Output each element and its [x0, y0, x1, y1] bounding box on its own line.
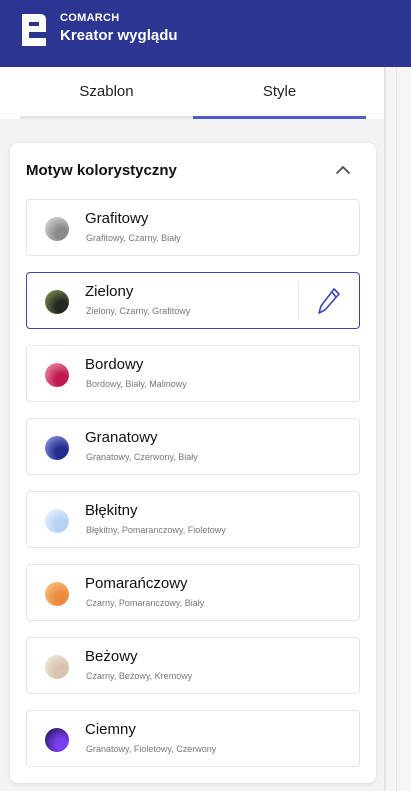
color-swatch — [45, 728, 69, 752]
section-title: Motyw kolorystyczny — [26, 162, 177, 179]
color-theme-card: Motyw kolorystyczny Grafitowy Grafitowy,… — [10, 143, 376, 783]
theme-name: Grafitowy — [85, 210, 149, 227]
theme-name: Granatowy — [85, 429, 158, 446]
color-swatch — [45, 582, 69, 606]
theme-colors: Bordowy, Biały, Malinowy — [86, 379, 187, 389]
color-swatch — [45, 436, 69, 460]
tab-style[interactable]: Style — [193, 67, 366, 119]
theme-colors: Zielony, Czarny, Grafitowy — [86, 306, 191, 316]
theme-name: Bordowy — [85, 356, 144, 373]
theme-name: Błękitny — [85, 502, 138, 519]
color-swatch — [45, 217, 69, 241]
canvas-area — [386, 67, 411, 791]
theme-option-bezowy[interactable]: Beżowy Czarny, Beżowy, Kremowy — [26, 637, 360, 694]
theme-option-pomaranczowy[interactable]: Pomarańczowy Czarny, Pomaranczowy, Biały — [26, 564, 360, 621]
edit-separator — [298, 281, 299, 321]
theme-option-zielony[interactable]: Zielony Zielony, Czarny, Grafitowy — [26, 272, 360, 329]
theme-name: Beżowy — [85, 648, 138, 665]
theme-option-grafitowy[interactable]: Grafitowy Grafitowy, Czarny, Biały — [26, 199, 360, 256]
app-header: COMARCH Kreator wyglądu — [0, 0, 411, 67]
tab-label: Style — [262, 83, 297, 100]
theme-colors: Granatowy, Czerwony, Biały — [86, 452, 198, 462]
theme-name: Pomarańczowy — [85, 575, 188, 592]
theme-colors: Granatowy, Fioletowy, Czerwony — [86, 744, 217, 754]
canvas-edge — [396, 67, 397, 791]
theme-option-granatowy[interactable]: Granatowy Granatowy, Czerwony, Biały — [26, 418, 360, 475]
pencil-icon[interactable] — [317, 287, 341, 315]
theme-colors: Czarny, Beżowy, Kremowy — [86, 671, 193, 681]
color-swatch — [45, 363, 69, 387]
theme-name: Ciemny — [85, 721, 136, 738]
comarch-logo-icon — [22, 14, 46, 46]
theme-option-blekitny[interactable]: Błękitny Błękitny, Pomaranczowy, Fioleto… — [26, 491, 360, 548]
chevron-up-icon[interactable] — [335, 163, 351, 177]
tab-bar: Szablon Style — [20, 67, 366, 119]
color-swatch — [45, 290, 69, 314]
theme-name: Zielony — [85, 283, 134, 300]
theme-colors: Błękitny, Pomaranczowy, Fioletowy — [86, 525, 226, 535]
theme-option-ciemny[interactable]: Ciemny Granatowy, Fioletowy, Czerwony — [26, 710, 360, 767]
theme-option-bordowy[interactable]: Bordowy Bordowy, Biały, Malinowy — [26, 345, 360, 402]
tab-content: Motyw kolorystyczny Grafitowy Grafitowy,… — [0, 119, 384, 791]
tab-label: Szablon — [79, 83, 134, 100]
tab-szablon[interactable]: Szablon — [20, 67, 193, 119]
theme-colors: Grafitowy, Czarny, Biały — [86, 233, 181, 243]
color-swatch — [45, 655, 69, 679]
color-swatch — [45, 509, 69, 533]
theme-colors: Czarny, Pomaranczowy, Biały — [86, 598, 205, 608]
brand-name: COMARCH — [60, 12, 120, 24]
app-title: Kreator wyglądu — [60, 27, 178, 44]
